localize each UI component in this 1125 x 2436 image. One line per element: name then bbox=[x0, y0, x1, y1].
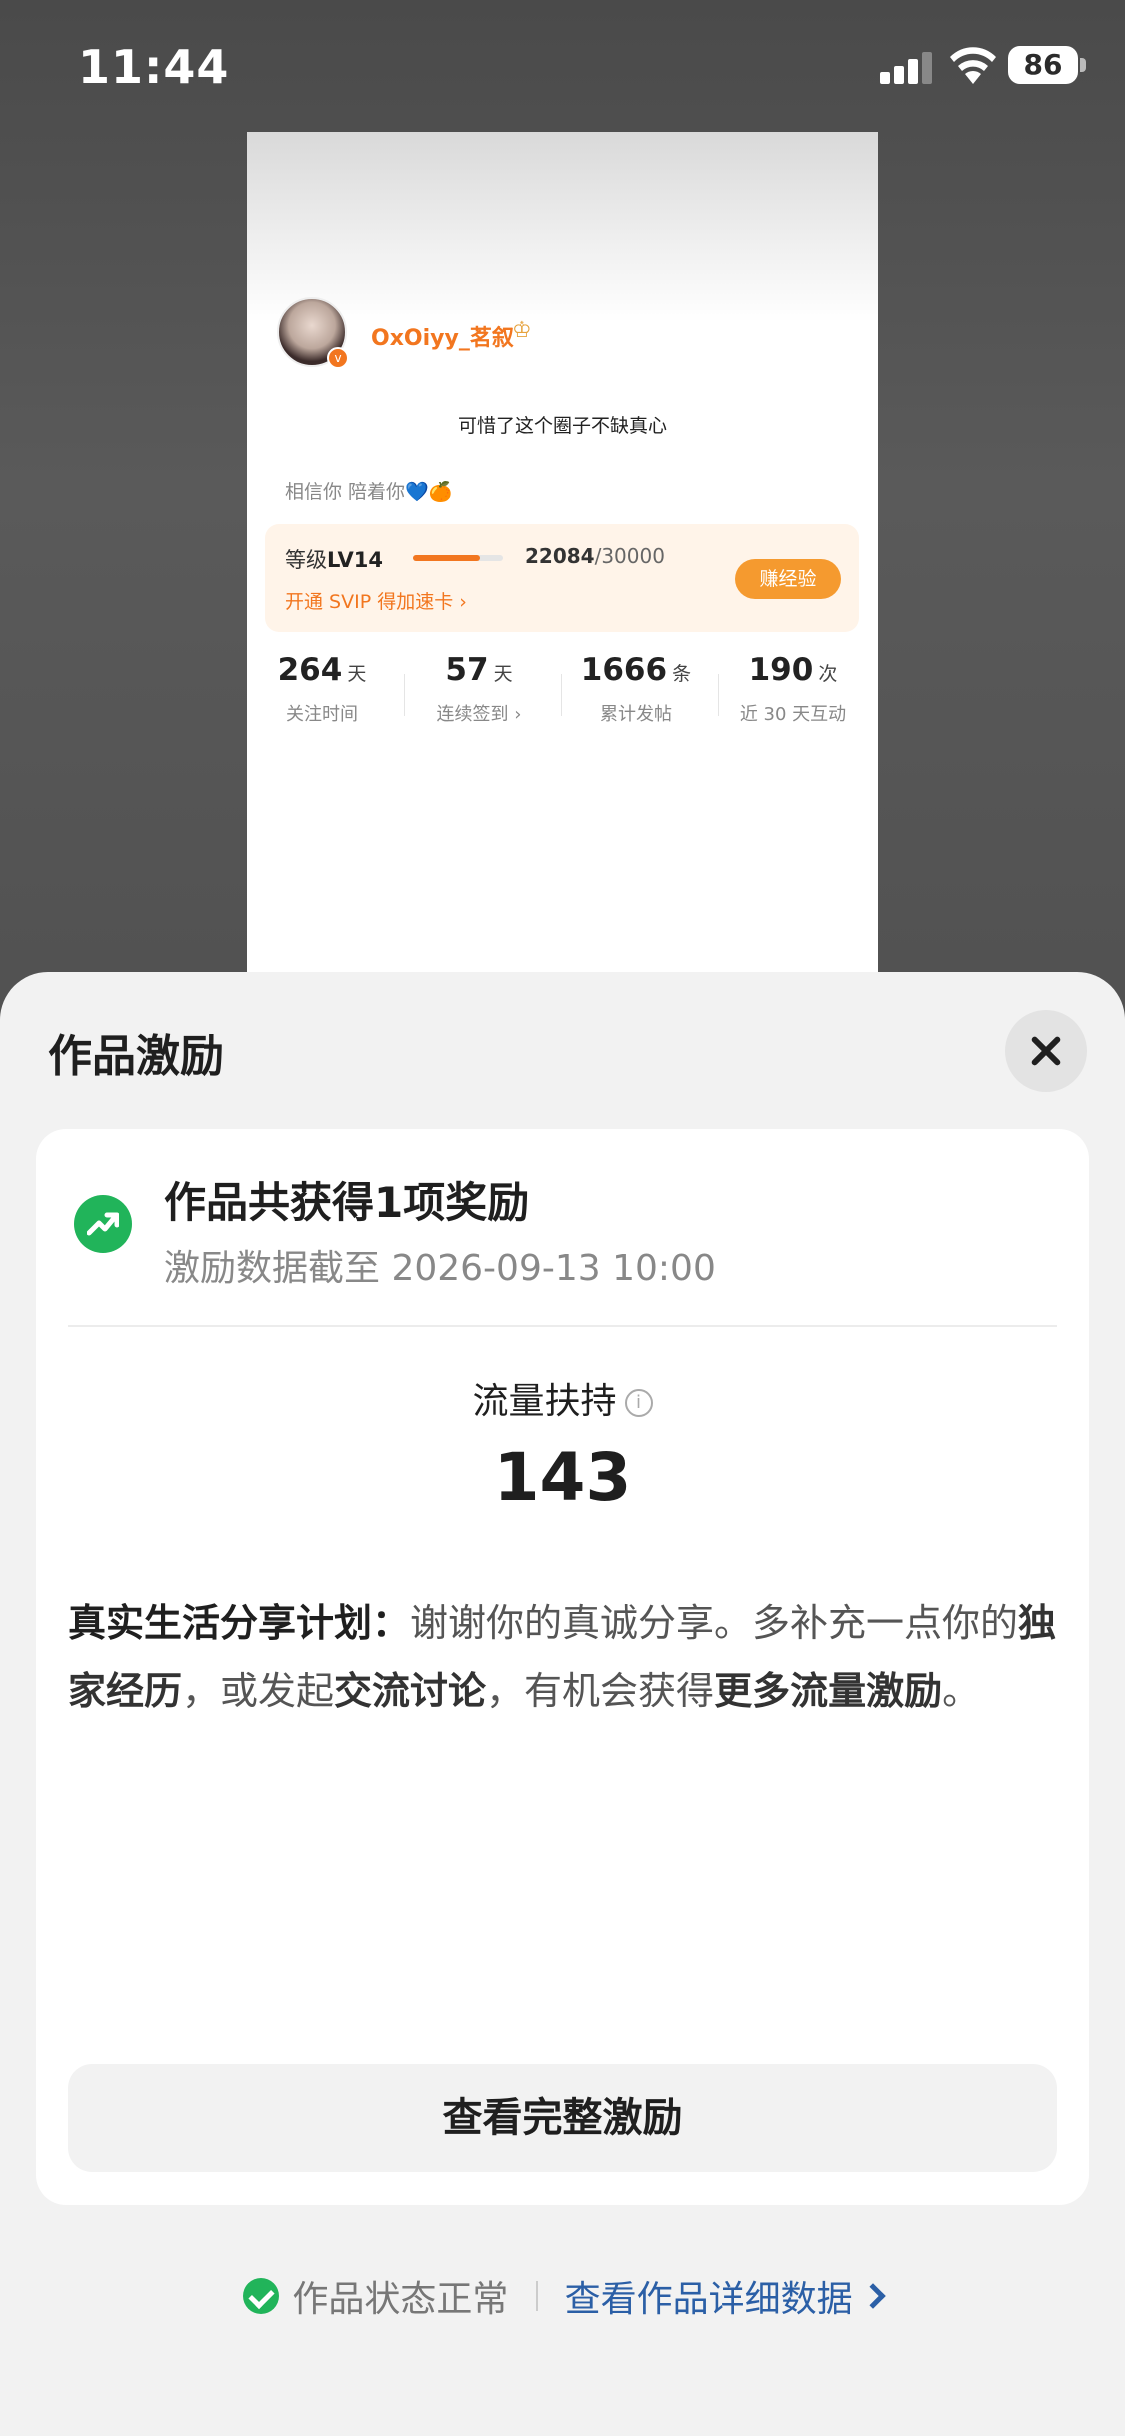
incentive-sheet: 作品激励 作品共获得1项奖励 激励数据截至 2026-09-13 10:00 流… bbox=[0, 972, 1125, 2436]
earn-exp-button[interactable]: 赚经验 bbox=[735, 559, 841, 599]
battery-icon: 86 bbox=[1008, 46, 1078, 84]
close-icon[interactable] bbox=[1005, 1010, 1087, 1092]
chevron-right-icon[interactable] bbox=[859, 2283, 886, 2309]
stat-follow-time: 264 天 关注时间 bbox=[277, 652, 367, 725]
preview-header-bg bbox=[247, 132, 878, 322]
card-subheading: 激励数据截至 2026-09-13 10:00 bbox=[164, 1248, 716, 1289]
sheet-title: 作品激励 bbox=[48, 1031, 224, 1082]
view-full-incentive-button[interactable]: 查看完整激励 bbox=[68, 2064, 1057, 2172]
card-heading: 作品共获得1项奖励 bbox=[164, 1178, 530, 1227]
level-progress-fill bbox=[413, 555, 480, 561]
incentive-card: 作品共获得1项奖励 激励数据截至 2026-09-13 10:00 流量扶持 i … bbox=[36, 1129, 1089, 2205]
footer: 作品状态正常 查看作品详细数据 bbox=[0, 2270, 1125, 2330]
divider bbox=[68, 1325, 1057, 1327]
post-preview[interactable]: v OxOiyy_茗叙 ♔ 可惜了这个圈子不缺真心 相信你 陪着你💙🍊 等级LV… bbox=[247, 132, 878, 972]
post-status-text: 作品状态正常 bbox=[292, 2279, 509, 2320]
svip-link[interactable]: 开通 SVIP 得加速卡 › bbox=[285, 587, 467, 614]
plan-description: 真实生活分享计划：谢谢你的真诚分享。多补充一点你的独家经历，或发起交流讨论，有机… bbox=[68, 1601, 1057, 1713]
cellular-signal-icon bbox=[880, 50, 936, 84]
trend-up-icon bbox=[74, 1195, 132, 1253]
bio-text: 可惜了这个圈子不缺真心 bbox=[457, 415, 667, 437]
status-bar: 11:44 86 bbox=[0, 0, 1125, 130]
crown-icon: ♔ bbox=[512, 318, 532, 343]
metric-value: 143 bbox=[493, 1439, 632, 1516]
motto-text: 相信你 陪着你💙🍊 bbox=[285, 481, 453, 503]
level-exp: 22084/30000 bbox=[525, 544, 665, 568]
verified-badge-icon: v bbox=[327, 347, 349, 369]
wifi-icon bbox=[950, 47, 996, 84]
level-label: 等级LV14 bbox=[285, 548, 383, 572]
level-progress-bar bbox=[413, 555, 503, 561]
stat-posts: 1666 条 累计发帖 bbox=[580, 652, 692, 725]
stats-row: 264 天 关注时间 57 天 连续签到 › 1666 条 累计发帖 190 次… bbox=[247, 652, 878, 752]
check-circle-icon bbox=[243, 2278, 280, 2314]
info-icon[interactable]: i bbox=[624, 1389, 653, 1417]
metric-label: 流量扶持 i bbox=[36, 1372, 1089, 1424]
level-box: 等级LV14 22084/30000 开通 SVIP 得加速卡 › 赚经验 bbox=[265, 524, 859, 632]
footer-divider bbox=[535, 2281, 538, 2311]
battery-tip bbox=[1080, 58, 1086, 72]
stat-interactions: 190 次 近 30 天互动 bbox=[739, 652, 847, 725]
stat-checkin[interactable]: 57 天 连续签到 › bbox=[404, 652, 554, 726]
username[interactable]: OxOiyy_茗叙 bbox=[371, 320, 514, 352]
view-detailed-data-link[interactable]: 查看作品详细数据 bbox=[565, 2270, 853, 2322]
clock: 11:44 bbox=[78, 40, 230, 94]
